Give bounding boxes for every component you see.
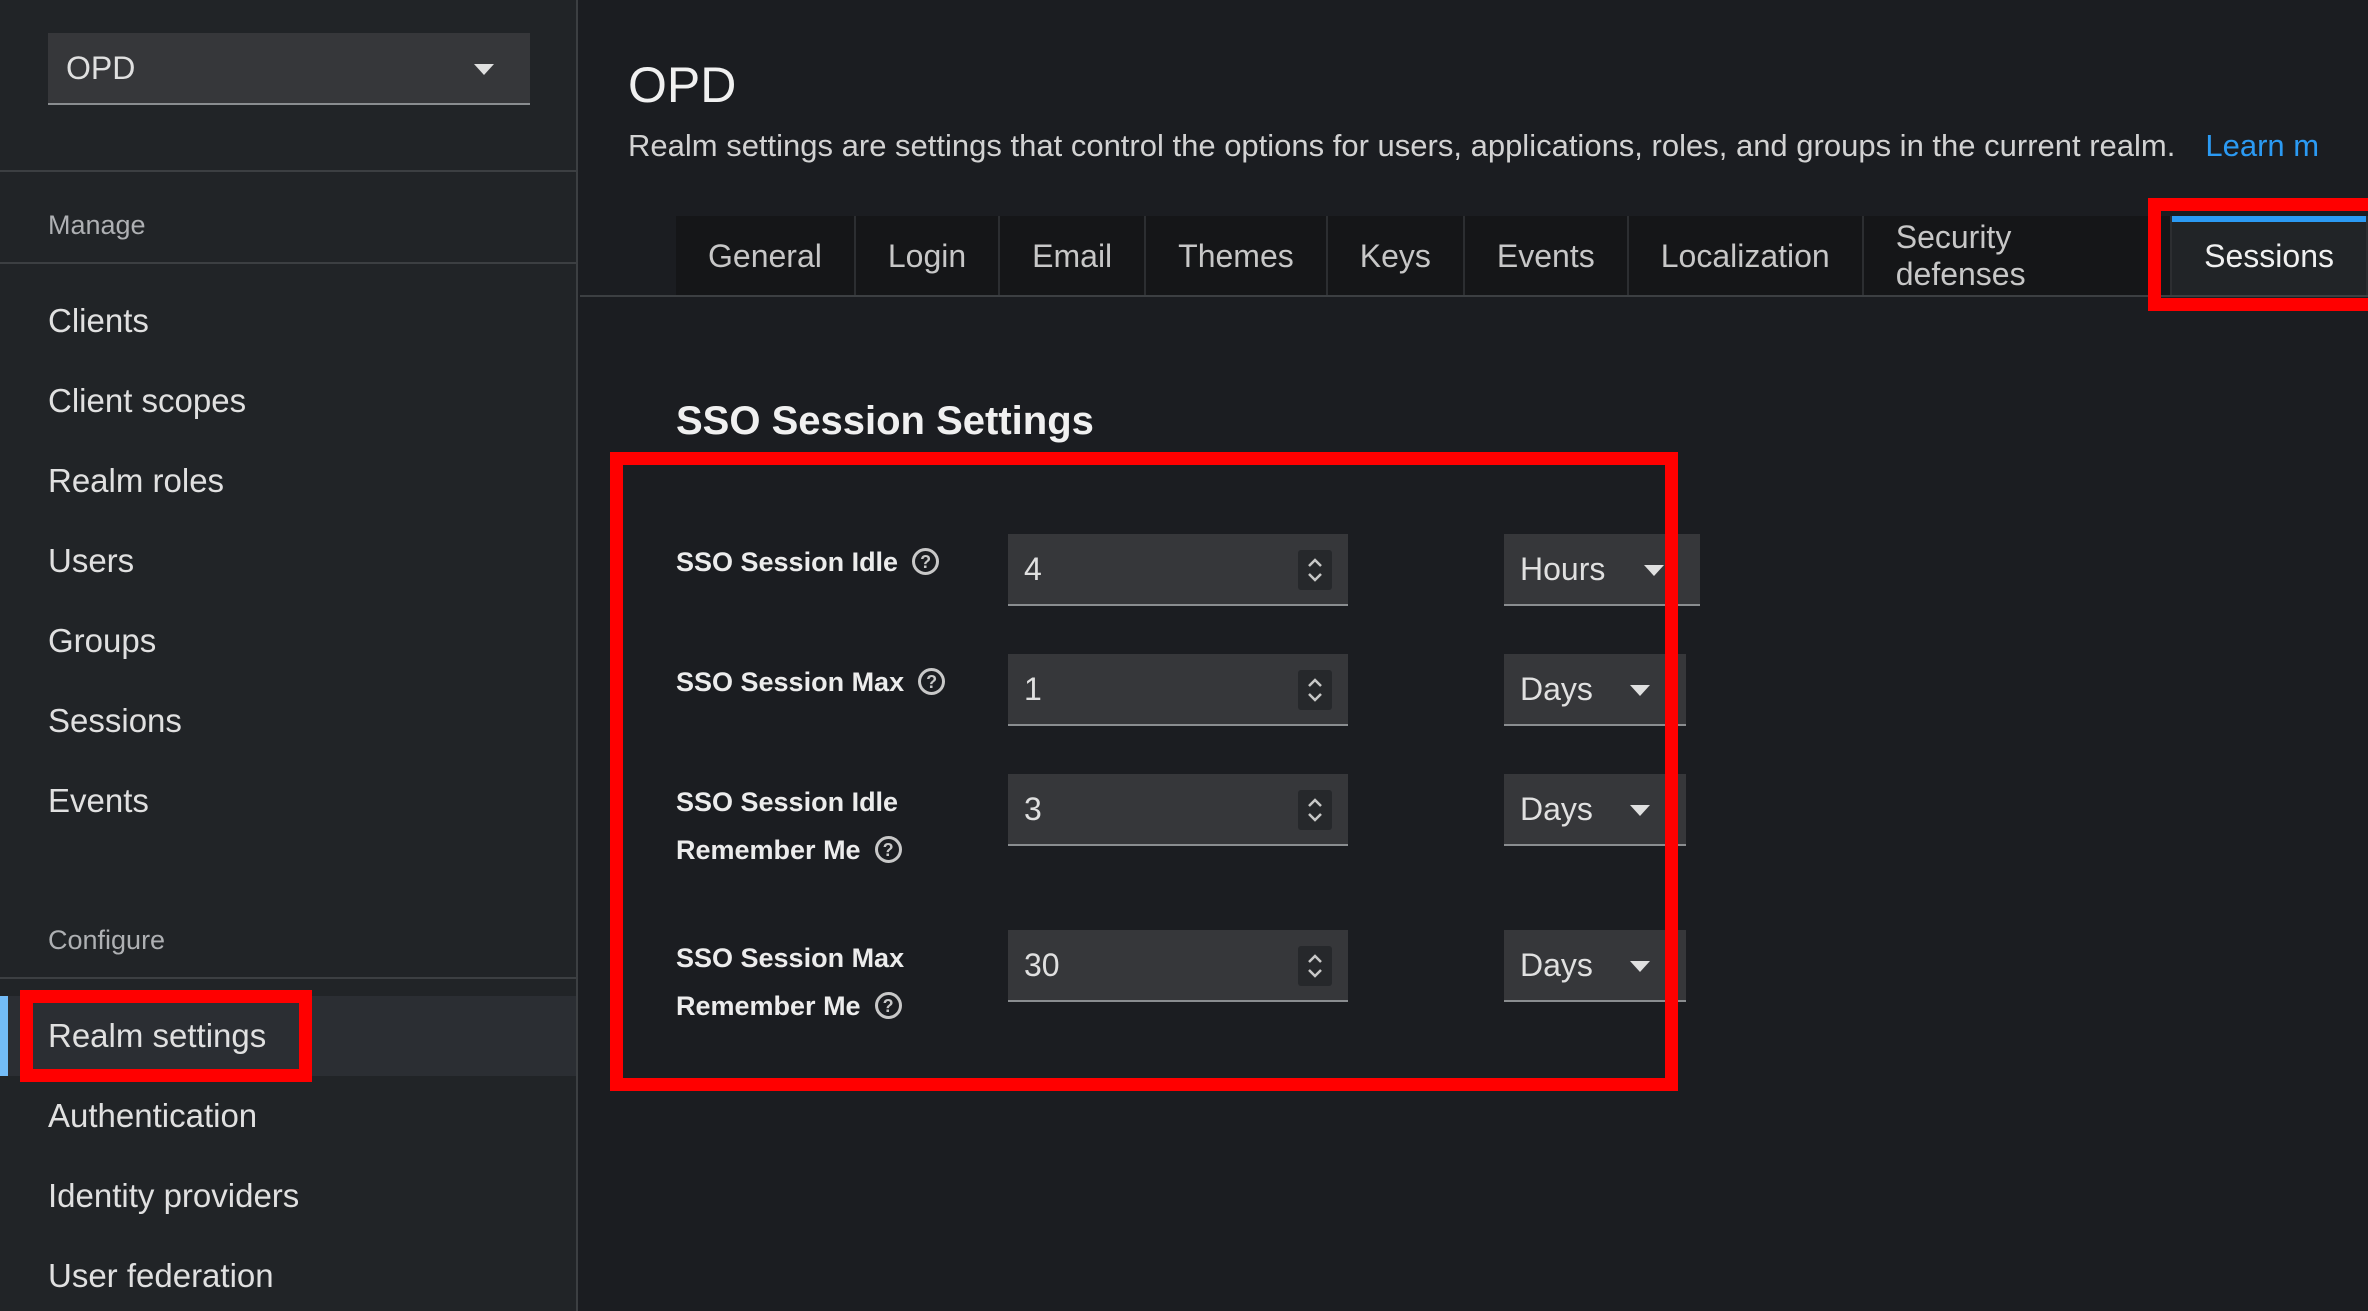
sidebar-divider: [0, 977, 578, 979]
sidebar-item-clients[interactable]: Clients: [0, 281, 576, 361]
help-icon[interactable]: ?: [912, 548, 940, 576]
caret-down-icon: [1630, 805, 1650, 816]
unit-value: Days: [1520, 946, 1593, 983]
help-icon[interactable]: ?: [918, 668, 946, 696]
field-label-line2: Remember Me: [676, 991, 861, 1021]
sidebar-item-client-scopes[interactable]: Client scopes: [0, 361, 576, 441]
realm-selector[interactable]: OPD: [48, 33, 530, 105]
caret-down-icon: [1644, 565, 1664, 576]
tab-security-defenses[interactable]: Security defenses: [1863, 216, 2173, 296]
sso-session-max-remember-me-input[interactable]: 30: [1008, 930, 1348, 1002]
page-description-text: Realm settings are settings that control…: [628, 128, 2176, 163]
sso-session-idle-remember-me-unit-select[interactable]: Days: [1504, 774, 1686, 846]
tab-label: Events: [1496, 237, 1595, 274]
tab-label: Sessions: [2204, 237, 2334, 274]
section-title-sso: SSO Session Settings: [676, 399, 1094, 443]
field-label: SSO Session Max?: [676, 658, 976, 706]
sidebar-item-authentication[interactable]: Authentication: [0, 1076, 576, 1156]
sso-session-idle-unit-select[interactable]: Hours: [1504, 534, 1700, 606]
sidebar: OPD Manage Clients Client scopes Realm r…: [0, 0, 578, 1311]
sidebar-item-realm-roles[interactable]: Realm roles: [0, 441, 576, 521]
field-label-line1: SSO Session Max: [676, 943, 905, 973]
tab-label: Themes: [1178, 237, 1294, 274]
sso-session-idle-remember-me-input[interactable]: 3: [1008, 774, 1348, 846]
input-value: 1: [1024, 670, 1042, 707]
sidebar-divider: [0, 262, 578, 264]
tabs-divider: [580, 295, 2368, 297]
tab-events[interactable]: Events: [1464, 216, 1629, 296]
sidebar-item-label: Events: [48, 782, 149, 819]
sso-session-idle-input[interactable]: 4: [1008, 534, 1348, 606]
sso-session-max-unit-select[interactable]: Days: [1504, 654, 1686, 726]
sidebar-item-label: Identity providers: [48, 1177, 300, 1214]
caret-down-icon: [1630, 961, 1650, 972]
input-value: 30: [1024, 946, 1060, 983]
sso-session-max-remember-me-unit-select[interactable]: Days: [1504, 930, 1686, 1002]
spinner-icon[interactable]: [1298, 550, 1332, 590]
field-label-line1: SSO Session Idle: [676, 787, 899, 817]
tab-general[interactable]: General: [676, 216, 856, 296]
tab-email[interactable]: Email: [1000, 216, 1147, 296]
sidebar-item-label: Authentication: [48, 1097, 258, 1134]
sidebar-item-label: Realm roles: [48, 462, 225, 499]
input-value: 3: [1024, 790, 1042, 827]
sidebar-item-user-federation[interactable]: User federation: [0, 1236, 576, 1311]
tab-login[interactable]: Login: [855, 216, 1001, 296]
sidebar-divider: [0, 170, 578, 172]
field-label: SSO Session Idle?: [676, 538, 976, 586]
sidebar-item-users[interactable]: Users: [0, 521, 576, 601]
page-description: Realm settings are settings that control…: [628, 128, 2319, 164]
sidebar-item-label: Realm settings: [48, 1017, 267, 1054]
tab-localization[interactable]: Localization: [1628, 216, 1864, 296]
caret-down-icon: [474, 64, 494, 75]
caret-down-icon: [1630, 685, 1650, 696]
input-value: 4: [1024, 550, 1042, 587]
tab-sessions[interactable]: Sessions: [2172, 216, 2368, 296]
field-label: SSO Session Idle Remember Me?: [676, 778, 976, 874]
sidebar-item-groups[interactable]: Groups: [0, 601, 576, 681]
field-label: SSO Session Max Remember Me?: [676, 934, 976, 1030]
sidebar-item-sessions[interactable]: Sessions: [0, 681, 576, 761]
tab-label: Login: [887, 237, 967, 274]
spinner-icon[interactable]: [1298, 790, 1332, 830]
unit-value: Days: [1520, 790, 1593, 827]
realm-settings-tabs: General Login Email Themes Keys Events L…: [676, 216, 2368, 296]
app-root: OPD Manage Clients Client scopes Realm r…: [0, 0, 2368, 1311]
sidebar-item-label: Groups: [48, 622, 157, 659]
sidebar-item-realm-settings[interactable]: Realm settings: [0, 996, 576, 1076]
tab-label: Security defenses: [1895, 219, 2026, 292]
help-icon[interactable]: ?: [874, 992, 902, 1020]
sidebar-item-label: Users: [48, 542, 135, 579]
tab-label: Keys: [1359, 237, 1431, 274]
sidebar-item-events[interactable]: Events: [0, 761, 576, 841]
sso-session-max-input[interactable]: 1: [1008, 654, 1348, 726]
spinner-icon[interactable]: [1298, 946, 1332, 986]
sidebar-item-label: Sessions: [48, 702, 182, 739]
page-title: OPD: [628, 57, 737, 113]
sidebar-item-label: Clients: [48, 302, 149, 339]
sidebar-item-identity-providers[interactable]: Identity providers: [0, 1156, 576, 1236]
tab-label: Email: [1032, 237, 1113, 274]
unit-value: Hours: [1520, 550, 1606, 587]
sidebar-item-label: Client scopes: [48, 382, 247, 419]
tab-label: Localization: [1660, 237, 1830, 274]
sidebar-section-configure: Configure: [48, 925, 166, 955]
sidebar-item-label: User federation: [48, 1257, 274, 1294]
field-label-text: SSO Session Max: [676, 667, 905, 697]
tab-label: General: [708, 237, 822, 274]
field-label-line2: Remember Me: [676, 835, 861, 865]
tab-themes[interactable]: Themes: [1146, 216, 1328, 296]
unit-value: Days: [1520, 670, 1593, 707]
main-content: OPD Realm settings are settings that con…: [580, 0, 2368, 1311]
field-label-text: SSO Session Idle: [676, 547, 899, 577]
spinner-icon[interactable]: [1298, 670, 1332, 710]
tab-keys[interactable]: Keys: [1327, 216, 1465, 296]
help-icon[interactable]: ?: [874, 836, 902, 864]
learn-more-link[interactable]: Learn m: [2205, 128, 2319, 163]
realm-selector-value: OPD: [66, 49, 136, 86]
sidebar-section-manage: Manage: [48, 210, 146, 240]
